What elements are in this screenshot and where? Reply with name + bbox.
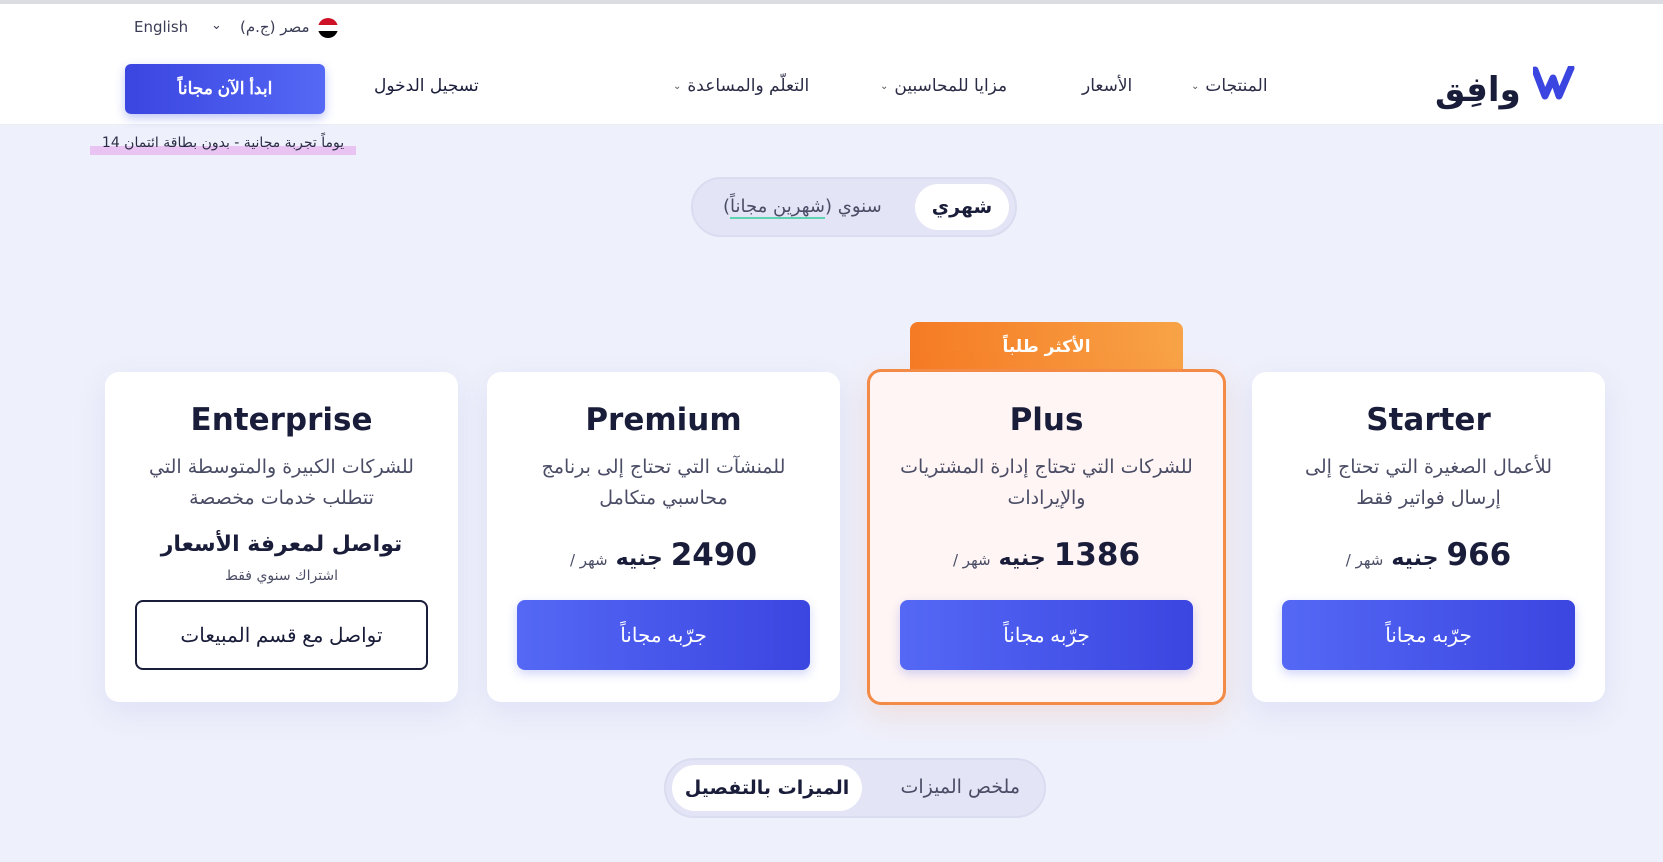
plan-price: / شهر جنيه 2490: [487, 537, 840, 573]
trial-note: 14 يوماً تجربة مجانية - بدون بطاقة ائتما…: [90, 135, 356, 155]
start-free-button[interactable]: ابدأ الآن مجاناً: [125, 64, 325, 114]
annual-suffix: ): [723, 196, 731, 217]
price-amount: 966: [1446, 537, 1512, 573]
logo[interactable]: وافِق: [1435, 66, 1585, 116]
annual-free-text: شهرين مجاناً: [730, 196, 826, 219]
price-amount: 1386: [1053, 537, 1141, 573]
billing-toggle: شهري سنوي (شهرين مجاناً): [691, 177, 1017, 237]
chevron-down-icon: ⌄: [673, 80, 682, 92]
try-free-button[interactable]: جرّبه مجاناً: [1282, 600, 1575, 670]
plan-card-starter: Starter للأعمال الصغيرة التي تحتاج إلى إ…: [1252, 372, 1605, 702]
chevron-down-icon[interactable]: ⌄: [211, 18, 222, 33]
country-select[interactable]: مصر (ج.م): [240, 18, 310, 36]
price-amount: 2490: [670, 537, 758, 573]
price-period: / شهر: [1345, 551, 1384, 569]
billing-monthly-option[interactable]: شهري: [915, 184, 1009, 230]
plan-card-plus: Plus للشركات التي تحتاج إدارة المشتريات …: [867, 369, 1226, 705]
most-popular-badge: الأكثر طلباً: [910, 322, 1183, 372]
price-currency: جنيه: [1391, 546, 1439, 571]
logo-text: وافِق: [1435, 70, 1521, 110]
nav-learning-label: التعلّم والمساعدة: [687, 76, 810, 96]
plan-name: Enterprise: [190, 402, 373, 438]
plan-card-enterprise: Enterprise للشركات الكبيرة والمتوسطة الت…: [105, 372, 458, 702]
price-currency: جنيه: [998, 546, 1046, 571]
contact-sales-button[interactable]: تواصل مع قسم المبيعات: [135, 600, 428, 670]
nav-products-label: المنتجات: [1205, 76, 1268, 96]
chevron-down-icon: ⌄: [880, 80, 889, 92]
features-summary-option[interactable]: ملخص الميزات: [901, 776, 1020, 798]
plan-name: Starter: [1366, 402, 1491, 438]
chevron-down-icon: ⌄: [1191, 80, 1200, 92]
price-period: / شهر: [569, 551, 608, 569]
features-detailed-option[interactable]: الميزات بالتفصيل: [672, 765, 862, 811]
features-toggle: الميزات بالتفصيل ملخص الميزات: [664, 758, 1046, 818]
plan-price: / شهر جنيه 1386: [870, 537, 1223, 573]
plan-description: للمنشآت التي تحتاج إلى برنامج محاسبي متك…: [541, 456, 786, 509]
site-header: وافِق ⌄ المنتجات الأسعار ⌄ مزايا للمحاسب…: [0, 4, 1663, 125]
plan-description: للشركات التي تحتاج إدارة المشتريات والإي…: [900, 456, 1193, 509]
nav-pricing[interactable]: الأسعار: [1082, 76, 1132, 96]
annual-prefix: سنوي (: [825, 196, 882, 217]
logo-mark-icon: [1533, 66, 1575, 100]
plan-description: للأعمال الصغيرة التي تحتاج إلى إرسال فوا…: [1305, 456, 1552, 509]
try-free-button[interactable]: جرّبه مجاناً: [517, 600, 810, 670]
plan-description: للشركات الكبيرة والمتوسطة التي تتطلب خدم…: [149, 456, 414, 509]
plan-name: Premium: [585, 402, 742, 438]
plan-price: / شهر جنيه 966: [1252, 537, 1605, 573]
nav-pricing-label: الأسعار: [1082, 76, 1133, 96]
login-link[interactable]: تسجيل الدخول: [374, 76, 479, 96]
contact-pricing-title: تواصل لمعرفة الأسعار: [160, 532, 403, 557]
plan-name: Plus: [1009, 402, 1084, 438]
annual-only-note: اشتراك سنوي فقط: [224, 568, 339, 584]
price-currency: جنيه: [615, 546, 663, 571]
billing-annual-option[interactable]: سنوي (شهرين مجاناً): [723, 196, 882, 219]
try-free-button[interactable]: جرّبه مجاناً: [900, 600, 1193, 670]
nav-learning[interactable]: ⌄ التعلّم والمساعدة: [673, 76, 809, 96]
egypt-flag-icon: [318, 18, 338, 38]
language-switch[interactable]: English: [134, 18, 188, 36]
nav-accountants[interactable]: ⌄ مزايا للمحاسبين: [880, 76, 1007, 96]
nav-products[interactable]: ⌄ المنتجات: [1191, 76, 1268, 96]
price-period: / شهر: [952, 551, 991, 569]
nav-accountants-label: مزايا للمحاسبين: [894, 76, 1008, 96]
plan-card-premium: Premium للمنشآت التي تحتاج إلى برنامج مح…: [487, 372, 840, 702]
